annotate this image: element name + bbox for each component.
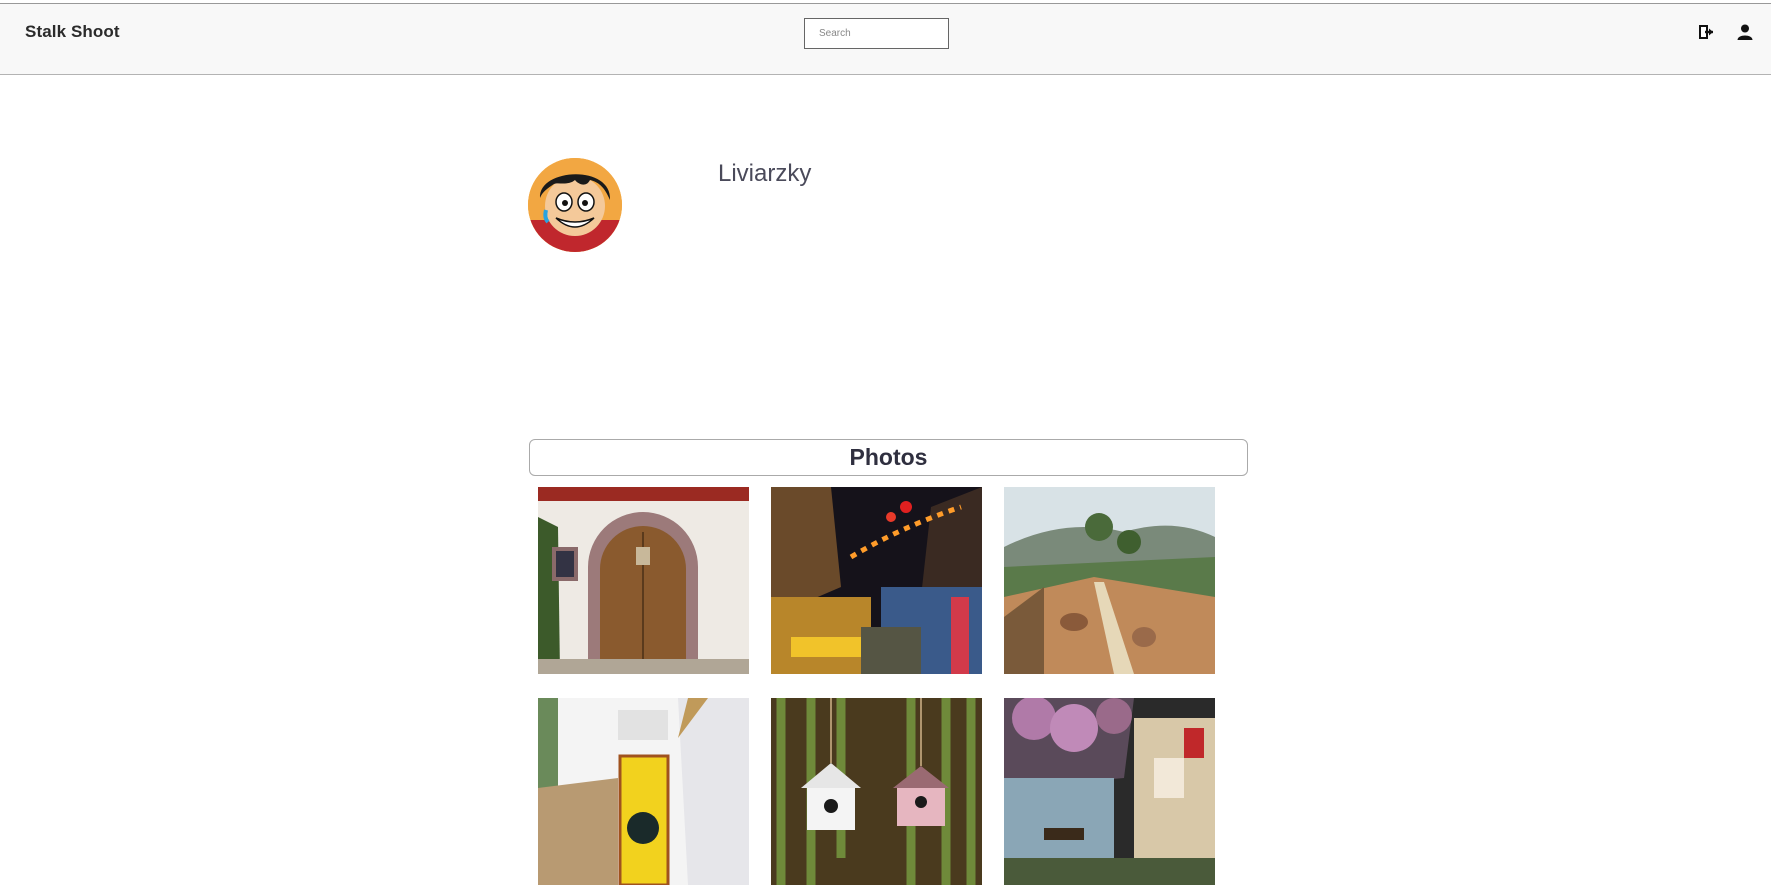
search-input[interactable] (804, 18, 949, 49)
photo-yellow-door[interactable] (538, 698, 749, 885)
exit-icon[interactable] (1697, 23, 1715, 41)
photos-title: Photos (849, 444, 928, 470)
user-icon[interactable] (1736, 23, 1754, 41)
photo-night-market[interactable] (771, 487, 982, 674)
avatar (528, 158, 622, 252)
photo-hill-garden[interactable] (1004, 487, 1215, 674)
photos-header: Photos (529, 439, 1248, 476)
navbar: Stalk Shoot (0, 4, 1771, 75)
photo-arched-door[interactable] (538, 487, 749, 674)
photo-flower-cafe[interactable] (1004, 698, 1215, 885)
profile-username: Liviarzky (718, 160, 812, 187)
brand-logo[interactable]: Stalk Shoot (25, 22, 120, 42)
photo-birdhouses[interactable] (771, 698, 982, 885)
